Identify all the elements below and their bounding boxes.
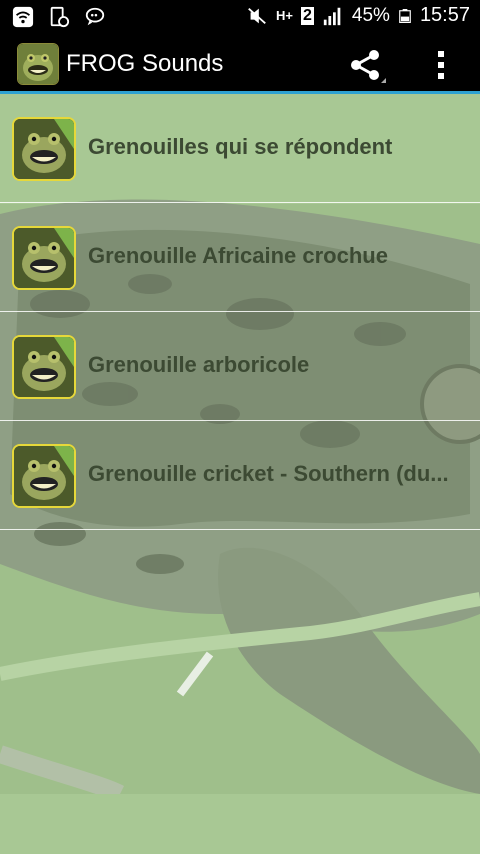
battery-percent: 45%	[351, 4, 390, 26]
content-area: Grenouilles qui se répondent Grenouille …	[0, 94, 480, 854]
network-type: H+	[276, 8, 293, 23]
share-icon[interactable]	[346, 45, 386, 85]
frog-thumbnail-icon	[12, 226, 76, 290]
sim-slot: 2	[301, 6, 314, 25]
list-item[interactable]: Grenouilles qui se répondent	[0, 94, 480, 203]
app-title: FROG Sounds	[66, 50, 224, 77]
frog-thumbnail-icon	[12, 444, 76, 508]
frog-thumbnail-icon	[12, 335, 76, 399]
app-logo-icon[interactable]	[17, 43, 59, 85]
action-bar: FROG Sounds	[0, 33, 480, 94]
list-item-label: Grenouilles qui se répondent	[88, 134, 393, 159]
battery-icon	[399, 8, 411, 23]
overflow-menu-icon[interactable]	[426, 47, 456, 83]
chat-bubble-icon	[85, 7, 105, 26]
list-item-label: Grenouille arboricole	[88, 352, 310, 377]
frog-thumbnail-icon	[12, 117, 76, 181]
list-item[interactable]: Grenouille cricket - Southern (du...	[0, 421, 480, 530]
signal-icon	[323, 7, 341, 25]
list-item-label: Grenouille Africaine crochue	[88, 243, 388, 268]
mute-icon	[248, 7, 266, 24]
sound-list: Grenouilles qui se répondent Grenouille …	[0, 94, 480, 530]
wifi-icon	[12, 6, 34, 28]
list-item[interactable]: Grenouille arboricole	[0, 312, 480, 421]
device-notification-icon	[50, 6, 70, 28]
status-bar: H+ 2 45% 15:57	[0, 0, 480, 33]
list-item[interactable]: Grenouille Africaine crochue	[0, 203, 480, 312]
clock: 15:57	[419, 4, 470, 26]
list-item-label: Grenouille cricket - Southern (du...	[88, 461, 449, 486]
